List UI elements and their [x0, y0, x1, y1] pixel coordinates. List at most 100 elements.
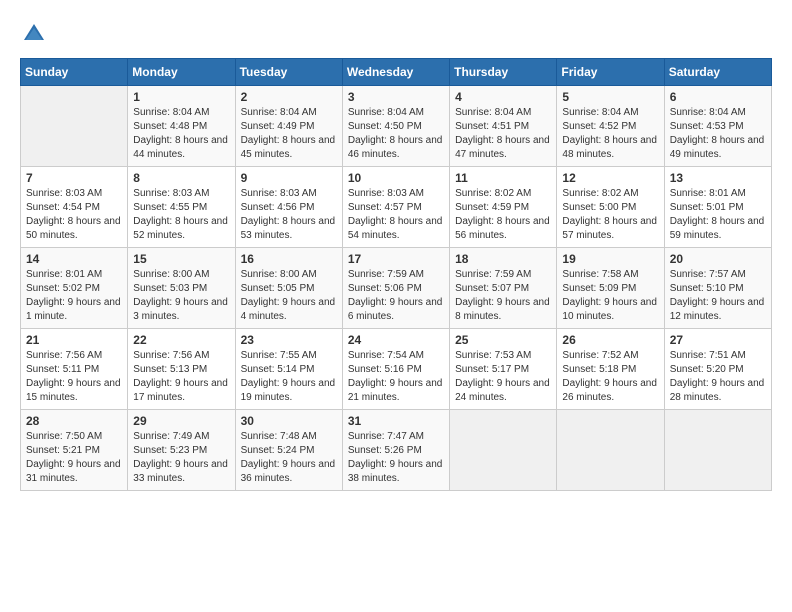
day-number: 6	[670, 90, 766, 104]
day-info: Sunrise: 7:53 AMSunset: 5:17 PMDaylight:…	[455, 349, 551, 405]
day-info: Sunrise: 7:56 AMSunset: 5:11 PMDaylight:…	[26, 349, 122, 405]
calendar-day-cell: 14 Sunrise: 8:01 AMSunset: 5:02 PMDayligh…	[21, 248, 128, 329]
calendar-body: 1 Sunrise: 8:04 AMSunset: 4:48 PMDaylight…	[21, 86, 772, 491]
day-number: 10	[348, 171, 444, 185]
day-number: 15	[133, 252, 229, 266]
day-info: Sunrise: 8:03 AMSunset: 4:56 PMDaylight:…	[241, 187, 337, 243]
day-number: 14	[26, 252, 122, 266]
day-number: 23	[241, 333, 337, 347]
day-info: Sunrise: 8:03 AMSunset: 4:57 PMDaylight:…	[348, 187, 444, 243]
day-of-week-header: Sunday	[21, 59, 128, 86]
day-info: Sunrise: 7:52 AMSunset: 5:18 PMDaylight:…	[562, 349, 658, 405]
calendar-day-cell: 6 Sunrise: 8:04 AMSunset: 4:53 PMDaylight…	[664, 86, 771, 167]
calendar-day-cell: 16Sunrise: 8:00 AMSunset: 5:05 PMDayligh…	[235, 248, 342, 329]
day-info: Sunrise: 8:01 AMSunset: 5:02 PMDaylight:…	[26, 268, 122, 324]
calendar-day-cell: 11 Sunrise: 8:02 AMSunset: 4:59 PMDayligh…	[450, 167, 557, 248]
day-number: 2	[241, 90, 337, 104]
day-info: Sunrise: 7:51 AMSunset: 5:20 PMDaylight:…	[670, 349, 766, 405]
day-info: Sunrise: 8:04 AMSunset: 4:51 PMDaylight:…	[455, 106, 551, 162]
day-number: 11	[455, 171, 551, 185]
calendar-day-cell: 21 Sunrise: 7:56 AMSunset: 5:11 PMDayligh…	[21, 329, 128, 410]
day-number: 8	[133, 171, 229, 185]
calendar-day-cell: 18Sunrise: 7:59 AMSunset: 5:07 PMDayligh…	[450, 248, 557, 329]
day-info: Sunrise: 7:49 AMSunset: 5:23 PMDaylight:…	[133, 430, 229, 486]
day-number: 20	[670, 252, 766, 266]
day-of-week-header: Wednesday	[342, 59, 449, 86]
calendar-day-cell: 17 Sunrise: 7:59 AMSunset: 5:06 PMDayligh…	[342, 248, 449, 329]
calendar-day-cell: 10 Sunrise: 8:03 AMSunset: 4:57 PMDayligh…	[342, 167, 449, 248]
day-of-week-header: Monday	[128, 59, 235, 86]
calendar-day-cell: 27Sunrise: 7:51 AMSunset: 5:20 PMDayligh…	[664, 329, 771, 410]
calendar-day-cell: 30Sunrise: 7:48 AMSunset: 5:24 PMDayligh…	[235, 410, 342, 491]
day-number: 21	[26, 333, 122, 347]
day-info: Sunrise: 7:47 AMSunset: 5:26 PMDaylight:…	[348, 430, 444, 486]
day-number: 1	[133, 90, 229, 104]
day-info: Sunrise: 8:04 AMSunset: 4:50 PMDaylight:…	[348, 106, 444, 162]
calendar-day-cell: 2Sunrise: 8:04 AMSunset: 4:49 PMDaylight…	[235, 86, 342, 167]
day-info: Sunrise: 8:03 AMSunset: 4:55 PMDaylight:…	[133, 187, 229, 243]
day-info: Sunrise: 8:04 AMSunset: 4:48 PMDaylight:…	[133, 106, 229, 162]
calendar-table: SundayMondayTuesdayWednesdayThursdayFrid…	[20, 58, 772, 491]
logo-icon	[20, 20, 48, 48]
calendar-day-cell: 4 Sunrise: 8:04 AMSunset: 4:51 PMDaylight…	[450, 86, 557, 167]
calendar-day-cell: 8 Sunrise: 8:03 AMSunset: 4:55 PMDaylight…	[128, 167, 235, 248]
calendar-day-cell	[557, 410, 664, 491]
calendar-week-row: 14 Sunrise: 8:01 AMSunset: 5:02 PMDayligh…	[21, 248, 772, 329]
day-info: Sunrise: 7:48 AMSunset: 5:24 PMDaylight:…	[241, 430, 337, 486]
day-info: Sunrise: 7:59 AMSunset: 5:06 PMDaylight:…	[348, 268, 444, 324]
calendar-day-cell: 15 Sunrise: 8:00 AMSunset: 5:03 PMDayligh…	[128, 248, 235, 329]
day-info: Sunrise: 8:03 AMSunset: 4:54 PMDaylight:…	[26, 187, 122, 243]
calendar-day-cell: 22Sunrise: 7:56 AMSunset: 5:13 PMDayligh…	[128, 329, 235, 410]
day-number: 12	[562, 171, 658, 185]
calendar-day-cell: 24 Sunrise: 7:54 AMSunset: 5:16 PMDayligh…	[342, 329, 449, 410]
calendar-day-cell	[450, 410, 557, 491]
logo	[20, 20, 52, 48]
day-number: 26	[562, 333, 658, 347]
day-of-week-header: Tuesday	[235, 59, 342, 86]
day-number: 4	[455, 90, 551, 104]
calendar-day-cell: 28 Sunrise: 7:50 AMSunset: 5:21 PMDayligh…	[21, 410, 128, 491]
calendar-day-cell: 19 Sunrise: 7:58 AMSunset: 5:09 PMDayligh…	[557, 248, 664, 329]
day-number: 18	[455, 252, 551, 266]
calendar-day-cell	[21, 86, 128, 167]
day-number: 7	[26, 171, 122, 185]
calendar-day-cell: 25Sunrise: 7:53 AMSunset: 5:17 PMDayligh…	[450, 329, 557, 410]
day-number: 9	[241, 171, 337, 185]
day-number: 24	[348, 333, 444, 347]
calendar-day-cell: 20Sunrise: 7:57 AMSunset: 5:10 PMDayligh…	[664, 248, 771, 329]
day-info: Sunrise: 7:55 AMSunset: 5:14 PMDaylight:…	[241, 349, 337, 405]
calendar-day-cell: 5Sunrise: 8:04 AMSunset: 4:52 PMDaylight…	[557, 86, 664, 167]
calendar-day-cell: 13 Sunrise: 8:01 AMSunset: 5:01 PMDayligh…	[664, 167, 771, 248]
calendar-day-cell: 7 Sunrise: 8:03 AMSunset: 4:54 PMDaylight…	[21, 167, 128, 248]
page-header	[20, 20, 772, 48]
calendar-day-cell: 12 Sunrise: 8:02 AMSunset: 5:00 PMDayligh…	[557, 167, 664, 248]
day-info: Sunrise: 8:02 AMSunset: 4:59 PMDaylight:…	[455, 187, 551, 243]
day-of-week-header: Friday	[557, 59, 664, 86]
day-of-week-header: Thursday	[450, 59, 557, 86]
calendar-day-cell: 1 Sunrise: 8:04 AMSunset: 4:48 PMDaylight…	[128, 86, 235, 167]
calendar-week-row: 21 Sunrise: 7:56 AMSunset: 5:11 PMDayligh…	[21, 329, 772, 410]
day-number: 31	[348, 414, 444, 428]
day-number: 29	[133, 414, 229, 428]
day-info: Sunrise: 7:54 AMSunset: 5:16 PMDaylight:…	[348, 349, 444, 405]
day-info: Sunrise: 8:04 AMSunset: 4:53 PMDaylight:…	[670, 106, 766, 162]
day-number: 19	[562, 252, 658, 266]
calendar-day-cell: 29 Sunrise: 7:49 AMSunset: 5:23 PMDayligh…	[128, 410, 235, 491]
day-info: Sunrise: 8:00 AMSunset: 5:03 PMDaylight:…	[133, 268, 229, 324]
day-number: 17	[348, 252, 444, 266]
calendar-week-row: 7 Sunrise: 8:03 AMSunset: 4:54 PMDaylight…	[21, 167, 772, 248]
day-info: Sunrise: 8:01 AMSunset: 5:01 PMDaylight:…	[670, 187, 766, 243]
calendar-header: SundayMondayTuesdayWednesdayThursdayFrid…	[21, 59, 772, 86]
calendar-day-cell: 26 Sunrise: 7:52 AMSunset: 5:18 PMDayligh…	[557, 329, 664, 410]
calendar-week-row: 1 Sunrise: 8:04 AMSunset: 4:48 PMDaylight…	[21, 86, 772, 167]
calendar-day-cell: 9 Sunrise: 8:03 AMSunset: 4:56 PMDaylight…	[235, 167, 342, 248]
day-info: Sunrise: 8:00 AMSunset: 5:05 PMDaylight:…	[241, 268, 337, 324]
calendar-day-cell: 3Sunrise: 8:04 AMSunset: 4:50 PMDaylight…	[342, 86, 449, 167]
day-of-week-header: Saturday	[664, 59, 771, 86]
day-info: Sunrise: 7:50 AMSunset: 5:21 PMDaylight:…	[26, 430, 122, 486]
day-info: Sunrise: 8:02 AMSunset: 5:00 PMDaylight:…	[562, 187, 658, 243]
day-info: Sunrise: 7:56 AMSunset: 5:13 PMDaylight:…	[133, 349, 229, 405]
day-info: Sunrise: 7:58 AMSunset: 5:09 PMDaylight:…	[562, 268, 658, 324]
day-number: 28	[26, 414, 122, 428]
day-number: 13	[670, 171, 766, 185]
